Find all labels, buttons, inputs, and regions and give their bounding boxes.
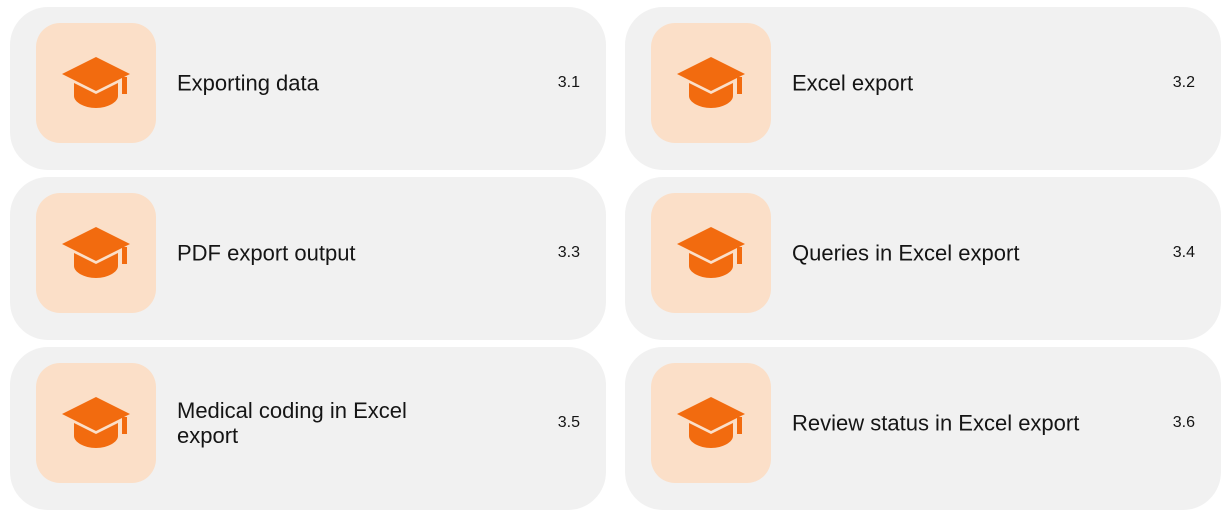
lesson-number: 3.6 <box>1172 413 1195 431</box>
lesson-card-3-4[interactable]: Queries in Excel export 3.4 <box>625 177 1221 340</box>
lesson-title: Exporting data <box>177 70 319 95</box>
graduation-cap-icon <box>677 57 745 108</box>
lesson-card-3-6[interactable]: Review status in Excel export 3.6 <box>625 347 1221 510</box>
lesson-icon-box <box>651 363 771 483</box>
lesson-title: Excel export <box>792 70 914 95</box>
lesson-card-3-1[interactable]: Exporting data 3.1 <box>10 7 606 170</box>
lesson-icon-box <box>36 363 156 483</box>
lesson-title: Queries in Excel export <box>792 240 1020 265</box>
lesson-number: 3.3 <box>557 243 580 261</box>
lesson-title: Review status in Excel export <box>792 410 1080 435</box>
lesson-number: 3.2 <box>1172 73 1195 91</box>
lesson-title: Medical coding in Excel export <box>177 397 407 448</box>
lesson-icon-box <box>651 193 771 313</box>
lesson-number: 3.5 <box>557 413 580 431</box>
graduation-cap-icon <box>677 227 745 278</box>
lesson-icon-box <box>36 23 156 143</box>
graduation-cap-icon <box>677 397 745 448</box>
lesson-number: 3.4 <box>1172 243 1195 261</box>
graduation-cap-icon <box>62 57 130 108</box>
graduation-cap-icon <box>62 227 130 278</box>
lesson-icon-box <box>36 193 156 313</box>
lesson-card-3-3[interactable]: PDF export output 3.3 <box>10 177 606 340</box>
graduation-cap-icon <box>62 397 130 448</box>
lesson-title: PDF export output <box>177 240 356 265</box>
lesson-grid: Exporting data 3.1 Excel export 3.2 PDF … <box>10 7 1221 510</box>
lesson-card-3-5[interactable]: Medical coding in Excel export 3.5 <box>10 347 606 510</box>
lesson-card-3-2[interactable]: Excel export 3.2 <box>625 7 1221 170</box>
lesson-icon-box <box>651 23 771 143</box>
lesson-number: 3.1 <box>557 73 580 91</box>
